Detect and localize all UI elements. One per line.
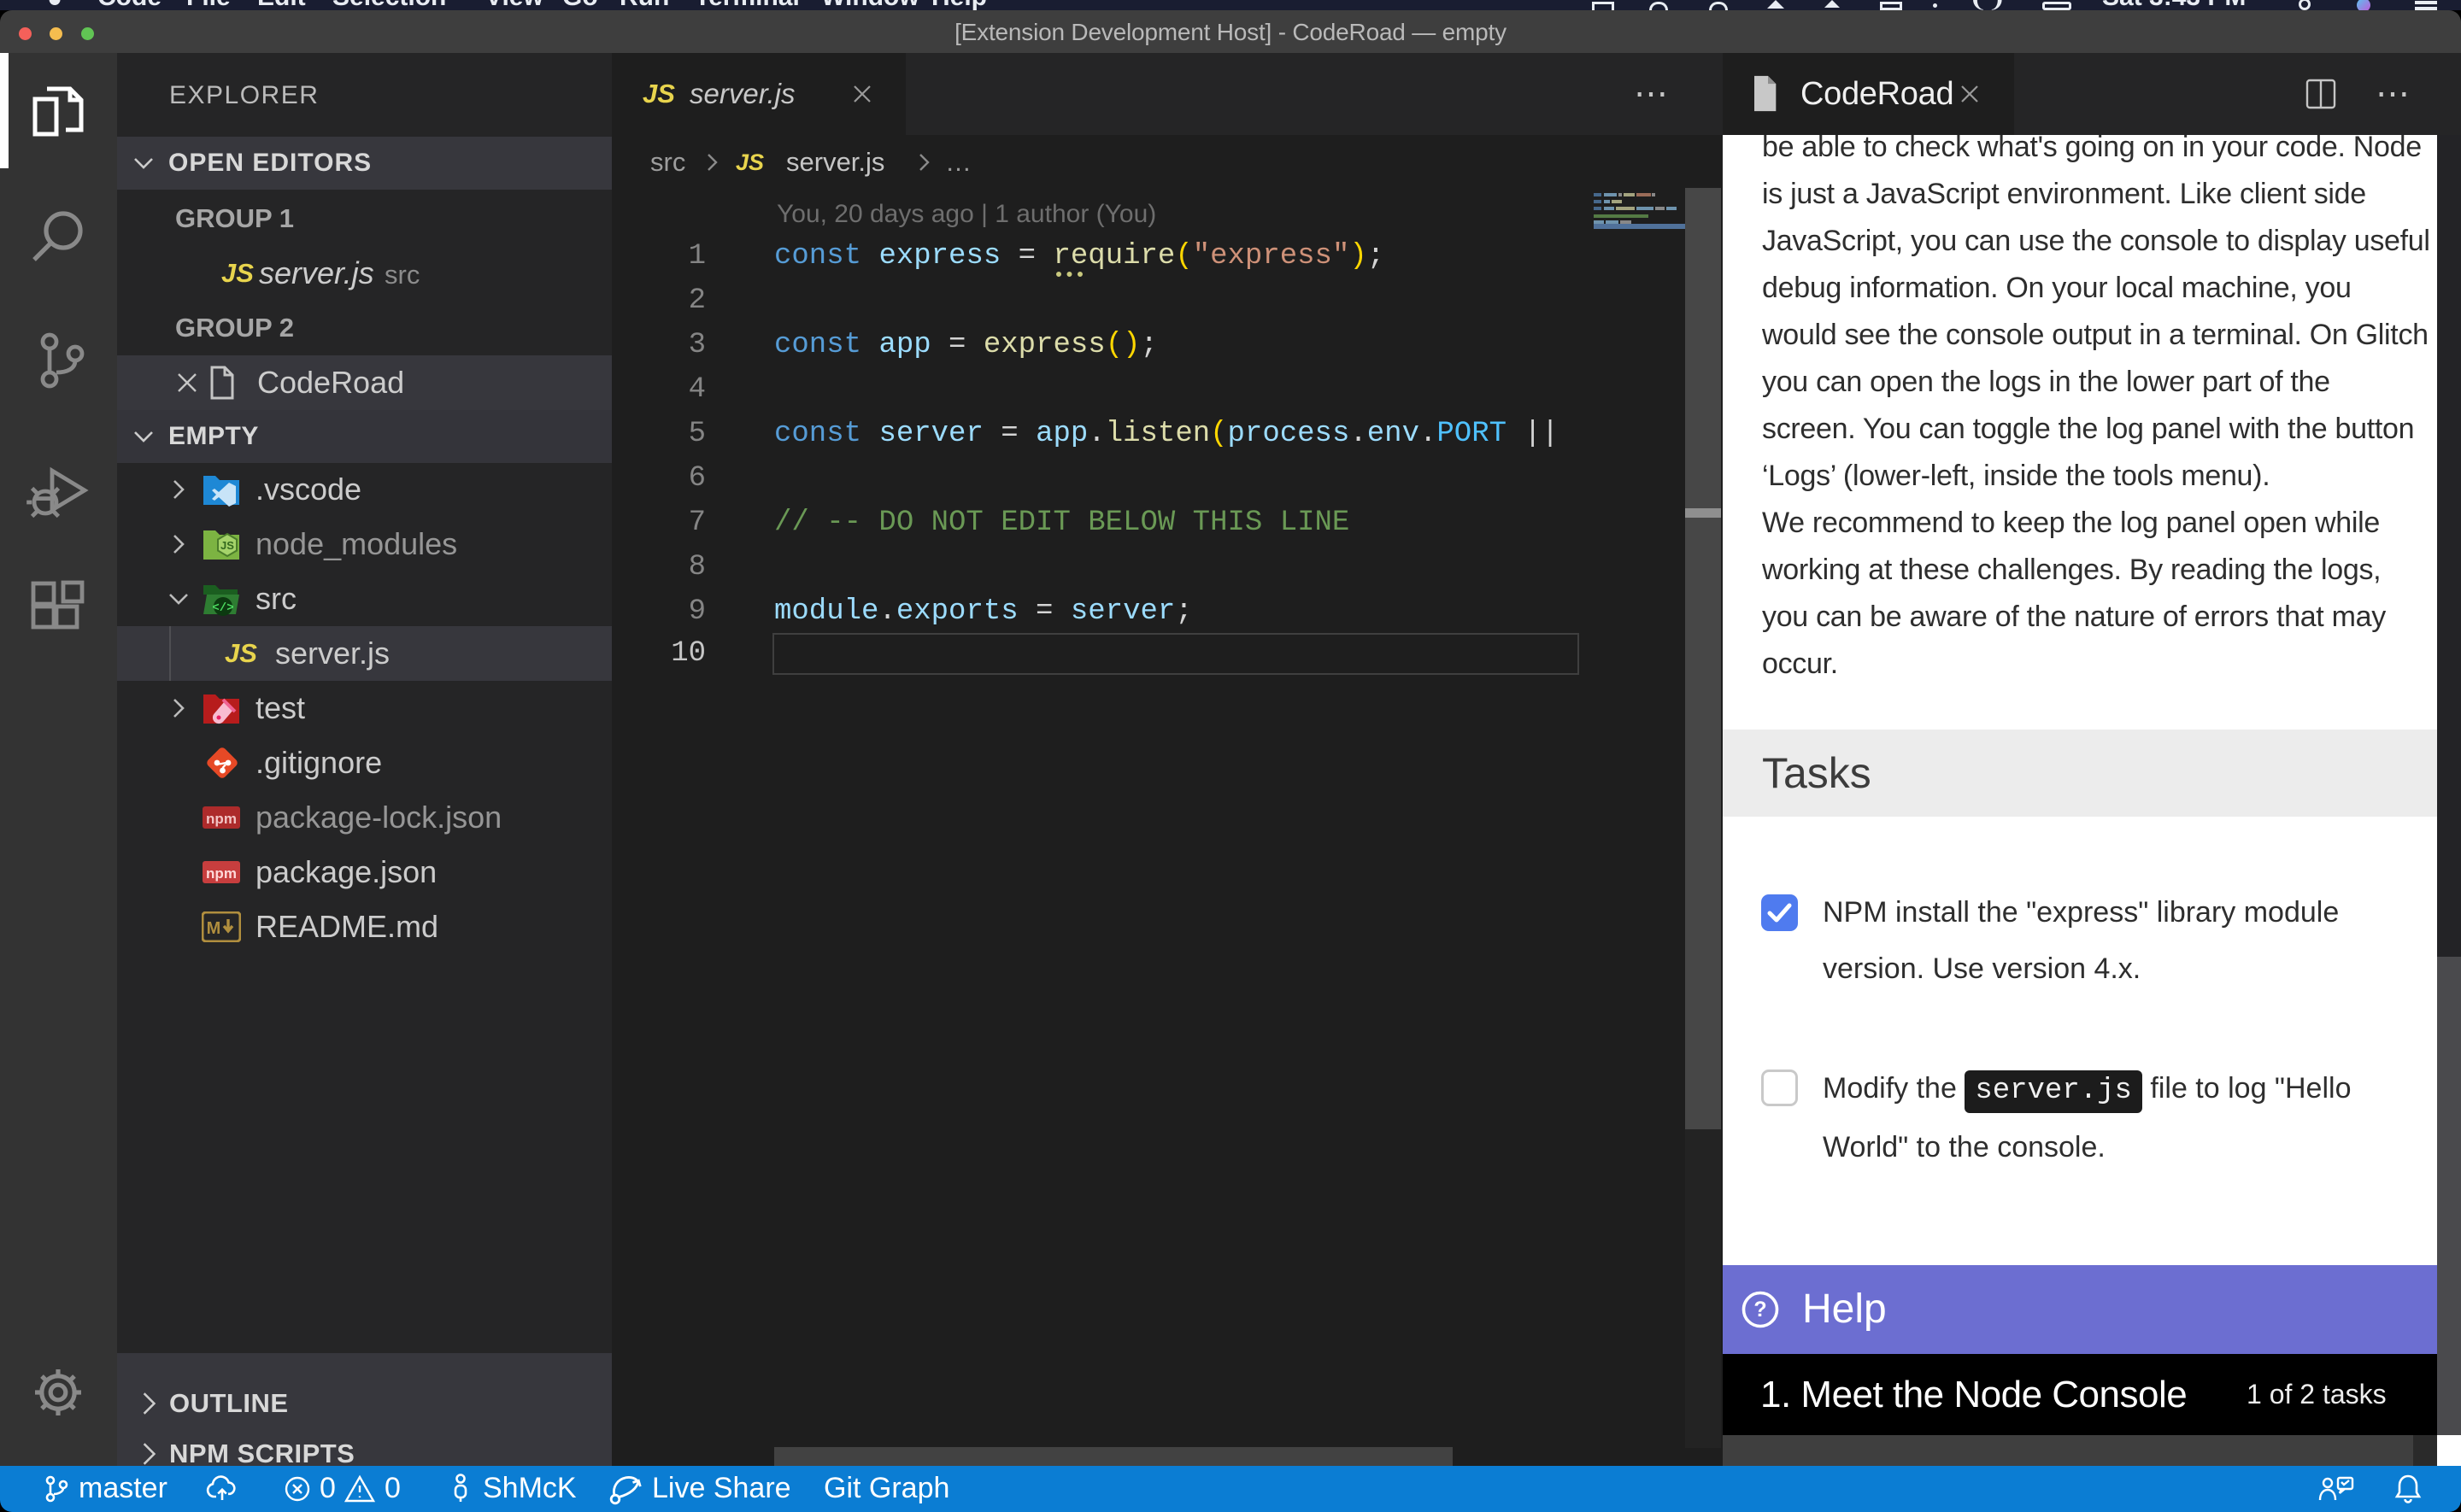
svg-text:M: M (207, 919, 221, 938)
svg-text:</>: </> (212, 601, 233, 615)
svg-text:?: ? (1753, 1298, 1766, 1322)
svg-text:JS: JS (220, 539, 234, 552)
svg-text:npm: npm (206, 865, 237, 882)
svg-text:npm: npm (206, 811, 237, 827)
